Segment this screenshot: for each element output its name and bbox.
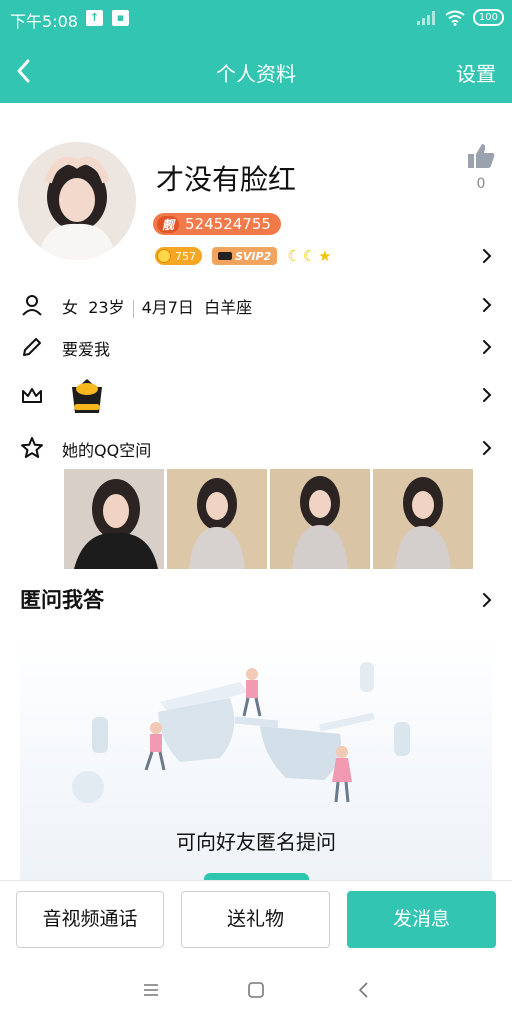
chevron-right-icon: [483, 298, 492, 312]
crown-icon: [22, 388, 42, 403]
chevron-right-icon[interactable]: [480, 247, 494, 265]
qzone-label: 她的QQ空间: [62, 441, 152, 460]
level-icons: ☾ ☾ ★: [287, 247, 331, 265]
signature-row[interactable]: 要爱我: [0, 327, 512, 367]
qq-number: 524524755: [185, 215, 271, 233]
notification-icon: ▪: [112, 10, 129, 26]
coin-value: 757: [175, 249, 196, 263]
chevron-right-icon: [483, 388, 492, 402]
age: 23岁: [88, 298, 125, 317]
chevron-right-icon[interactable]: [480, 591, 494, 609]
anon-qa-title[interactable]: 匿问我答: [20, 584, 104, 614]
upload-icon: ↑: [86, 10, 103, 26]
person-icon: [22, 295, 42, 316]
svip-icon: [218, 252, 232, 260]
wifi-icon: [445, 10, 465, 26]
battery-icon: 100: [472, 9, 504, 26]
back-nav-icon[interactable]: [354, 980, 374, 1000]
qzone-photo[interactable]: [167, 469, 267, 569]
top-bar: 下午5:08 ↑ ▪ 100 个人资料 设置: [0, 0, 512, 103]
qzone-photos: [64, 469, 473, 569]
qzone-photo[interactable]: [373, 469, 473, 569]
header: 个人资料 设置: [0, 46, 512, 96]
svip-badge: SVIP2: [212, 247, 278, 265]
qzone-photo[interactable]: [64, 469, 164, 569]
page-title: 个人资料: [216, 62, 296, 86]
basic-info: 女 23岁 4月7日 白羊座: [62, 294, 252, 318]
moon-icon: ☾: [287, 247, 301, 265]
qzone-photo[interactable]: [270, 469, 370, 569]
like-button[interactable]: 0: [465, 142, 497, 192]
send-gift-button[interactable]: 送礼物: [181, 891, 330, 948]
basic-info-row[interactable]: 女 23岁 4月7日 白羊座: [0, 285, 512, 325]
zodiac: 白羊座: [204, 298, 253, 317]
coin-icon: [157, 249, 171, 263]
menu-icon[interactable]: [141, 980, 161, 1000]
home-square-icon[interactable]: [246, 980, 266, 1000]
action-bar: 音视频通话 送礼物 发消息: [0, 880, 512, 956]
svip-label: SVIP2: [235, 249, 272, 263]
qq-number-badge: 靓 524524755: [153, 213, 281, 235]
avatar[interactable]: [18, 142, 136, 260]
profile-name: 才没有脸红: [156, 163, 297, 196]
signal-icon: [416, 10, 437, 25]
like-count: 0: [476, 176, 486, 192]
avatar-photo: [18, 142, 136, 260]
pencil-icon: [23, 338, 41, 356]
qzone-row[interactable]: 她的QQ空间: [0, 428, 512, 468]
divider: [132, 299, 134, 318]
moon-icon: ☾: [302, 247, 317, 265]
gender: 女: [62, 298, 79, 317]
star-icon: ★: [318, 247, 332, 265]
vip-row[interactable]: [0, 375, 512, 415]
badges[interactable]: 757 SVIP2 ☾ ☾ ★: [155, 246, 332, 266]
status-time: 下午5:08: [10, 12, 78, 31]
send-message-button[interactable]: 发消息: [347, 891, 496, 948]
coin-badge: 757: [155, 247, 202, 265]
birthday: 4月7日: [141, 298, 194, 317]
signature-text: 要爱我: [62, 340, 111, 359]
thumbs-up-icon: [468, 144, 495, 168]
status-bar: 下午5:08 ↑ ▪ 100: [0, 0, 512, 36]
anon-qa-prompt: 可向好友匿名提问: [176, 830, 336, 854]
vip-level-emblem-icon: [72, 379, 102, 413]
chevron-right-icon: [483, 441, 492, 455]
status-right: 100: [416, 9, 504, 26]
chevron-right-icon: [483, 340, 492, 354]
sunglasses-illustration-icon: [72, 662, 410, 803]
liang-tag: 靓: [157, 215, 180, 233]
av-call-button[interactable]: 音视频通话: [16, 891, 164, 948]
settings-link[interactable]: 设置: [456, 58, 496, 87]
system-nav-bar: [0, 956, 512, 1024]
star-outline-icon: [21, 437, 43, 458]
